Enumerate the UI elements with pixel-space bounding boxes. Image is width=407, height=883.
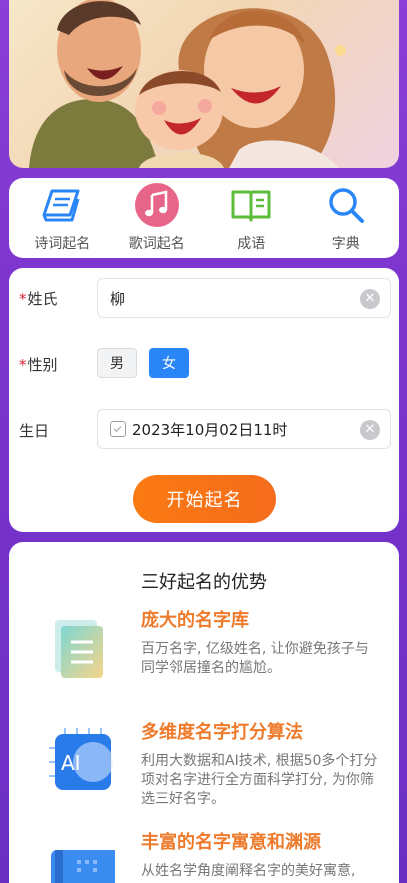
book-icon [47,844,123,883]
feature-nav: 诗词起名 歌词起名 成语 字典 [9,178,399,258]
svg-text:AI: AI [61,751,81,775]
surname-label: *姓氏 [19,290,58,308]
nav-label: 成语 [237,236,266,252]
search-icon [324,183,368,227]
nav-label: 诗词起名 [34,236,91,252]
gender-label: *性别 [19,356,58,374]
calendar-icon [110,421,126,437]
naming-form: *姓氏 柳 ✕ *性别 男 女 生日 2023年10月02日11时 ✕ 开始起名 [9,268,399,532]
surname-value: 柳 [110,289,126,308]
nav-label: 字典 [331,236,360,252]
hero-illustration [9,0,399,168]
feature-desc: 利用大数据和AI技术, 根据50多个打分项对名字进行全方面科学打分, 为你筛选三… [141,753,378,807]
birthday-picker[interactable]: 2023年10月02日11时 ✕ [97,409,391,449]
nav-idiom[interactable]: 成语 [211,183,291,253]
open-book-icon [229,183,273,227]
surname-input[interactable]: 柳 ✕ [97,278,391,318]
feature-title: 庞大的名字库 [141,610,249,631]
nav-label: 歌词起名 [128,236,185,252]
birthday-label: 生日 [19,422,50,440]
nav-poetry-naming[interactable]: 诗词起名 [22,183,102,253]
start-naming-button[interactable]: 开始起名 [133,475,276,523]
gender-female-button[interactable]: 女 [149,348,189,378]
nav-lyrics-naming[interactable]: 歌词起名 [117,183,197,253]
advantages-title: 三好起名的优势 [141,572,267,593]
music-note-icon [134,183,179,227]
feature-title: 多维度名字打分算法 [141,722,303,743]
clear-icon[interactable]: ✕ [360,420,380,440]
ai-chip-icon: AI [47,726,115,794]
feature-desc: 百万名字, 亿级姓名, 让你避免孩子与同学邻居撞名的尴尬。 [141,641,369,676]
birthday-value: 2023年10月02日11时 [132,420,288,439]
nav-dictionary[interactable]: 字典 [306,183,386,253]
name-library-icon [47,612,115,680]
feature-title: 丰富的名字寓意和渊源 [141,832,321,853]
gender-male-button[interactable]: 男 [97,348,137,378]
feature-desc: 从姓名学角度阐释名字的美好寓意, [141,863,356,879]
clear-icon[interactable]: ✕ [360,289,380,309]
poetry-book-icon [40,183,84,227]
advantages-section: 三好起名的优势 庞大的名字库 百万名字, 亿级姓名, 让你避免孩子与同学邻居撞名… [9,542,399,883]
